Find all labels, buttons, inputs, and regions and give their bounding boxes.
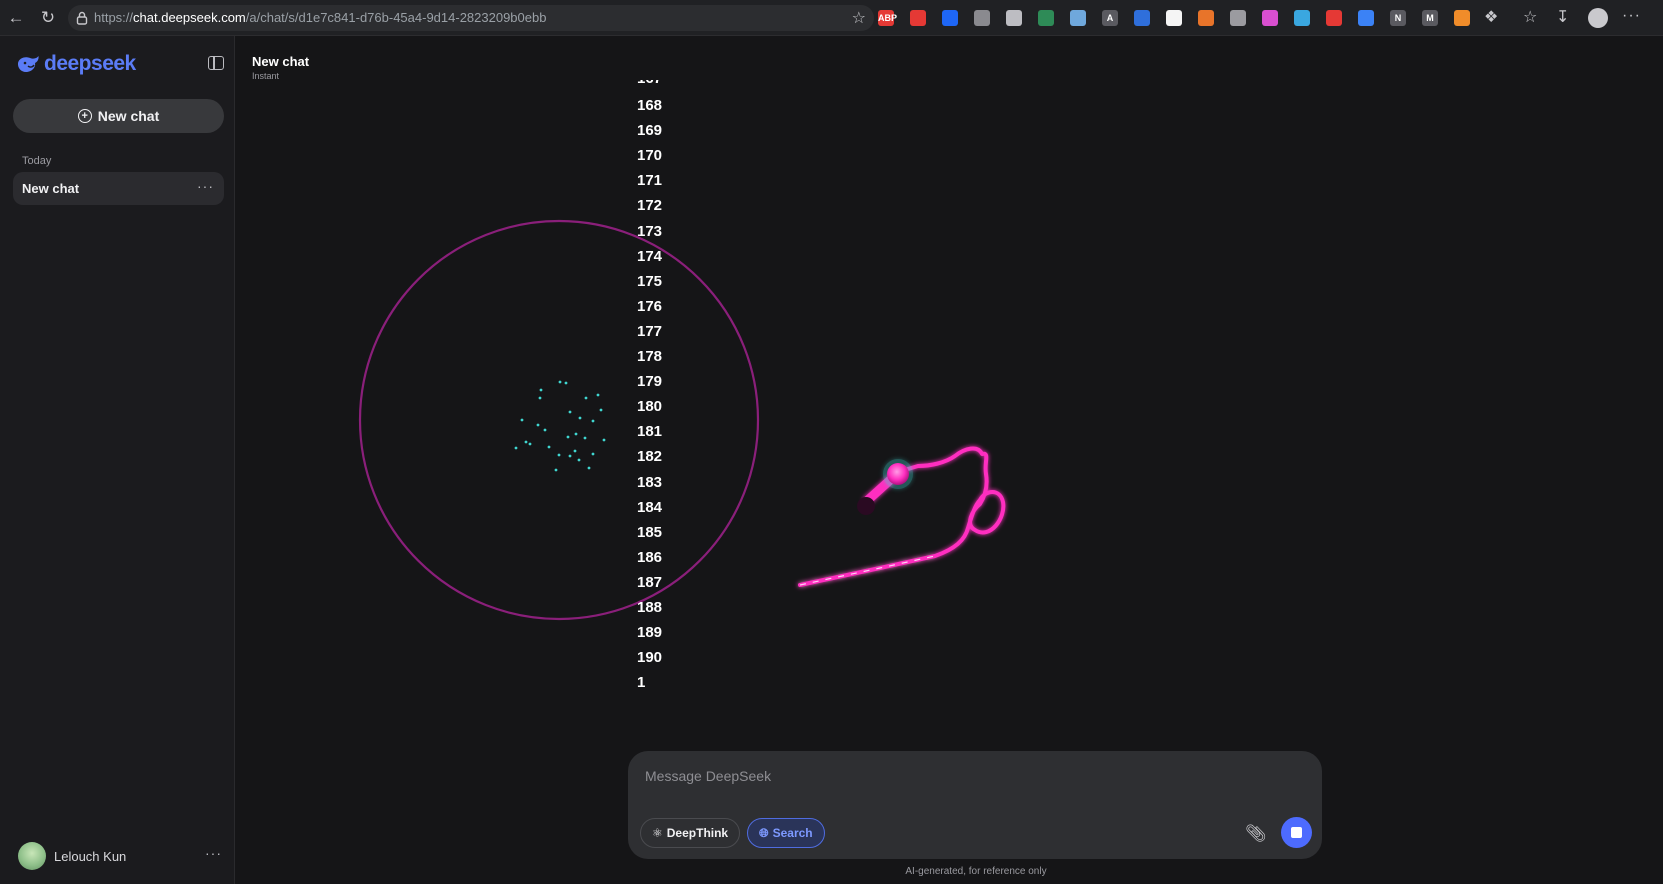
particle: [602, 438, 606, 442]
list-item: 179: [637, 373, 663, 391]
output-number-list: 167 168 169 170 171 172 173 174 175 176 177 178 179…: [637, 80, 697, 700]
particle-cluster: [514, 380, 606, 472]
stop-icon: [1291, 827, 1302, 838]
list-item: 175: [637, 272, 663, 290]
particle: [543, 428, 547, 432]
search-label: Search: [772, 826, 813, 840]
list-item: 171: [637, 172, 663, 190]
particle: [568, 454, 572, 458]
particle: [538, 396, 542, 400]
search-toggle[interactable]: 🌐︎ Search: [747, 818, 825, 848]
particle: [524, 440, 528, 444]
particle: [528, 442, 532, 446]
deepthink-label: DeepThink: [666, 826, 729, 840]
particle: [566, 435, 570, 439]
particle: [596, 393, 600, 397]
particle: [568, 410, 572, 414]
list-item: 178: [637, 348, 663, 365]
list-item: 183: [637, 473, 663, 491]
list-item: 190: [637, 649, 663, 667]
message-input[interactable]: [643, 763, 1287, 789]
disclaimer: AI-generated, for reference only: [905, 866, 1047, 877]
particle: [557, 453, 561, 457]
particle: [558, 380, 562, 384]
atom-icon: ⚛: [652, 826, 663, 840]
message-composer: ⚛ DeepThink 🌐︎ Search 📎︎: [628, 751, 1322, 859]
globe-icon: 🌐︎: [759, 825, 769, 840]
particle: [599, 408, 603, 412]
particle: [539, 388, 543, 392]
list-item: 1: [637, 674, 646, 692]
list-item: 176: [637, 297, 663, 315]
particle: [547, 445, 551, 449]
particle: [587, 466, 591, 470]
particle: [520, 418, 524, 422]
list-item: 174: [637, 247, 663, 265]
list-item: 181: [637, 423, 663, 441]
particle: [536, 423, 540, 427]
list-item: 186: [637, 548, 663, 566]
particle: [577, 458, 581, 462]
boundary-circle: [358, 219, 760, 621]
particle: [573, 449, 577, 453]
particle: [574, 432, 578, 436]
particle: [591, 419, 595, 423]
list-item: 185: [637, 523, 663, 541]
list-item: 180: [637, 398, 663, 416]
particle: [578, 416, 582, 420]
list-item: 189: [637, 624, 663, 642]
list-item: 172: [637, 197, 663, 215]
particle: [514, 446, 518, 450]
list-item: 167: [637, 80, 662, 87]
list-item: 177: [637, 322, 663, 340]
pendulum-shadow: [857, 497, 875, 515]
list-item: 184: [637, 498, 663, 516]
list-item: 173: [637, 222, 663, 240]
list-item: 188: [637, 599, 663, 616]
particle: [584, 396, 588, 400]
stop-button[interactable]: [1281, 817, 1312, 848]
particle: [554, 468, 558, 472]
particle: [591, 452, 595, 456]
list-item: 187: [637, 573, 663, 591]
particle: [583, 436, 587, 440]
list-item: 169: [637, 122, 663, 140]
particle: [564, 381, 568, 385]
list-item: 170: [637, 147, 663, 165]
list-item: 168: [637, 97, 663, 114]
attach-icon[interactable]: 📎︎: [1245, 824, 1267, 844]
deepthink-toggle[interactable]: ⚛ DeepThink: [640, 818, 741, 848]
neon-ball: [887, 463, 909, 485]
list-item: 182: [637, 448, 663, 466]
